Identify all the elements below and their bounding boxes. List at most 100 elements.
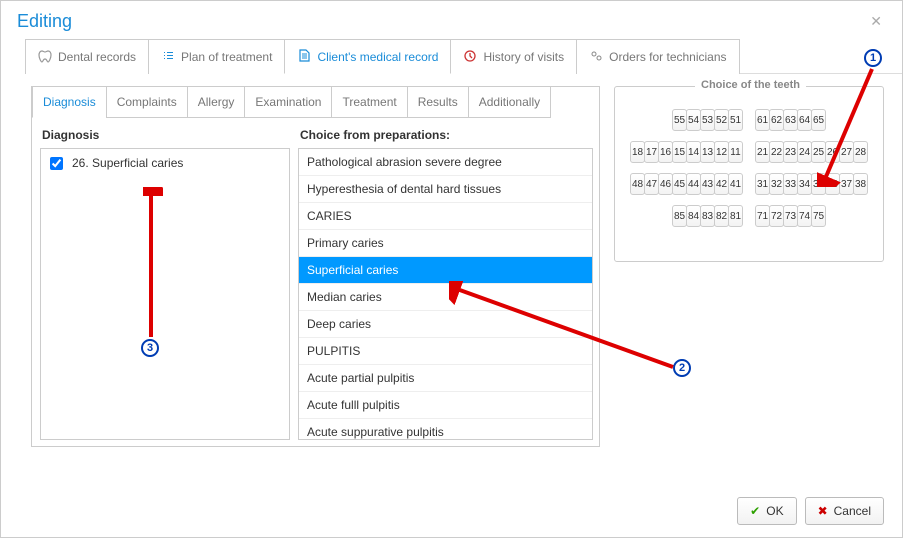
ok-button-label: OK	[766, 504, 783, 518]
cancel-button-label: Cancel	[834, 504, 871, 518]
teeth-quadrant: 1817161514131211	[630, 141, 743, 163]
sub-tab-allergy[interactable]: Allergy	[187, 86, 246, 118]
top-tab-bar: Dental recordsPlan of treatment Client's …	[25, 38, 902, 74]
tooth-42[interactable]: 42	[714, 173, 729, 195]
diagnosis-list: 26. Superficial caries	[40, 148, 290, 440]
tooth-34[interactable]: 34	[797, 173, 812, 195]
tooth-11[interactable]: 11	[728, 141, 743, 163]
tooth-48[interactable]: 48	[630, 173, 645, 195]
diagnosis-item[interactable]: 26. Superficial caries	[45, 153, 285, 173]
teeth-row: 8584838281 7172737475	[621, 205, 877, 227]
tooth-25[interactable]: 25	[811, 141, 826, 163]
tooth-26[interactable]: 26	[825, 141, 840, 163]
annotation-marker-1: 1	[864, 49, 882, 67]
tooth-51[interactable]: 51	[728, 109, 743, 131]
tooth-54[interactable]: 54	[686, 109, 701, 131]
tooth-45[interactable]: 45	[672, 173, 687, 195]
diagnosis-checkbox[interactable]	[50, 157, 63, 170]
annotation-marker-3: 3	[141, 339, 159, 357]
top-tab-dental-records[interactable]: Dental records	[25, 39, 149, 74]
ok-button[interactable]: ✔ OK	[737, 497, 796, 525]
tooth-53[interactable]: 53	[700, 109, 715, 131]
sub-tab-results[interactable]: Results	[407, 86, 469, 118]
tooth-73[interactable]: 73	[783, 205, 798, 227]
sub-tab-treatment[interactable]: Treatment	[331, 86, 407, 118]
teeth-quadrant: 6162636465	[755, 109, 826, 131]
tooth-33[interactable]: 33	[783, 173, 798, 195]
check-icon: ✔	[750, 504, 760, 518]
tooth-63[interactable]: 63	[783, 109, 798, 131]
tooth-65[interactable]: 65	[811, 109, 826, 131]
clock-icon	[463, 49, 477, 66]
tooth-43[interactable]: 43	[700, 173, 715, 195]
preparation-item[interactable]: Primary caries	[299, 230, 592, 257]
preparation-item[interactable]: PULPITIS	[299, 338, 592, 365]
left-panel: DiagnosisComplaintsAllergyExaminationTre…	[31, 86, 600, 447]
preparation-item[interactable]: Deep caries	[299, 311, 592, 338]
tooth-85[interactable]: 85	[672, 205, 687, 227]
teeth-quadrant: 3132333435363738	[755, 173, 868, 195]
tooth-13[interactable]: 13	[700, 141, 715, 163]
tooth-38[interactable]: 38	[853, 173, 868, 195]
tooth-28[interactable]: 28	[853, 141, 868, 163]
preparation-item[interactable]: Hyperesthesia of dental hard tissues	[299, 176, 592, 203]
tooth-64[interactable]: 64	[797, 109, 812, 131]
tooth-14[interactable]: 14	[686, 141, 701, 163]
tooth-23[interactable]: 23	[783, 141, 798, 163]
tooth-24[interactable]: 24	[797, 141, 812, 163]
tooth-61[interactable]: 61	[755, 109, 770, 131]
tooth-55[interactable]: 55	[672, 109, 687, 131]
teeth-row: 5554535251 6162636465	[621, 109, 877, 131]
close-icon[interactable]: ✕	[866, 11, 886, 32]
tooth-47[interactable]: 47	[644, 173, 659, 195]
top-tab-client-s-medical-record[interactable]: Client's medical record	[284, 39, 451, 74]
sub-tab-examination[interactable]: Examination	[244, 86, 332, 118]
tooth-82[interactable]: 82	[714, 205, 729, 227]
preparations-list[interactable]: Pathological abrasion severe degreeHyper…	[298, 148, 593, 440]
tooth-16[interactable]: 16	[658, 141, 673, 163]
tooth-17[interactable]: 17	[644, 141, 659, 163]
preparation-item[interactable]: Median caries	[299, 284, 592, 311]
tooth-62[interactable]: 62	[769, 109, 784, 131]
tooth-21[interactable]: 21	[755, 141, 770, 163]
preparations-title: Choice from preparations:	[298, 124, 593, 148]
preparation-item[interactable]: Acute fulll pulpitis	[299, 392, 592, 419]
tooth-81[interactable]: 81	[728, 205, 743, 227]
tooth-74[interactable]: 74	[797, 205, 812, 227]
teeth-quadrant: 7172737475	[755, 205, 826, 227]
top-tab-history-of-visits[interactable]: History of visits	[450, 39, 577, 74]
preparation-item[interactable]: Acute partial pulpitis	[299, 365, 592, 392]
tooth-84[interactable]: 84	[686, 205, 701, 227]
sub-tab-complaints[interactable]: Complaints	[106, 86, 188, 118]
preparation-item[interactable]: Acute suppurative pulpitis	[299, 419, 592, 440]
top-tab-label: Client's medical record	[317, 50, 438, 64]
preparation-item[interactable]: Superficial caries	[299, 257, 592, 284]
teeth-row: 1817161514131211 2122232425262728	[621, 141, 877, 163]
tooth-75[interactable]: 75	[811, 205, 826, 227]
preparation-item[interactable]: CARIES	[299, 203, 592, 230]
tooth-12[interactable]: 12	[714, 141, 729, 163]
tooth-37[interactable]: 37	[839, 173, 854, 195]
preparation-item[interactable]: Pathological abrasion severe degree	[299, 149, 592, 176]
top-tab-orders-for-technicians[interactable]: Orders for technicians	[576, 39, 739, 74]
sub-tab-additionally[interactable]: Additionally	[468, 86, 551, 118]
tooth-44[interactable]: 44	[686, 173, 701, 195]
tooth-15[interactable]: 15	[672, 141, 687, 163]
cancel-button[interactable]: ✖ Cancel	[805, 497, 884, 525]
tooth-83[interactable]: 83	[700, 205, 715, 227]
tooth-22[interactable]: 22	[769, 141, 784, 163]
tooth-46[interactable]: 46	[658, 173, 673, 195]
tooth-36[interactable]: 36	[825, 173, 840, 195]
teeth-quadrant: 8584838281	[672, 205, 743, 227]
tooth-27[interactable]: 27	[839, 141, 854, 163]
tooth-41[interactable]: 41	[728, 173, 743, 195]
tooth-72[interactable]: 72	[769, 205, 784, 227]
tooth-32[interactable]: 32	[769, 173, 784, 195]
sub-tab-diagnosis[interactable]: Diagnosis	[32, 86, 107, 118]
tooth-52[interactable]: 52	[714, 109, 729, 131]
tooth-18[interactable]: 18	[630, 141, 645, 163]
tooth-31[interactable]: 31	[755, 173, 770, 195]
tooth-35[interactable]: 35	[811, 173, 826, 195]
top-tab-plan-of-treatment[interactable]: Plan of treatment	[148, 39, 285, 74]
tooth-71[interactable]: 71	[755, 205, 770, 227]
